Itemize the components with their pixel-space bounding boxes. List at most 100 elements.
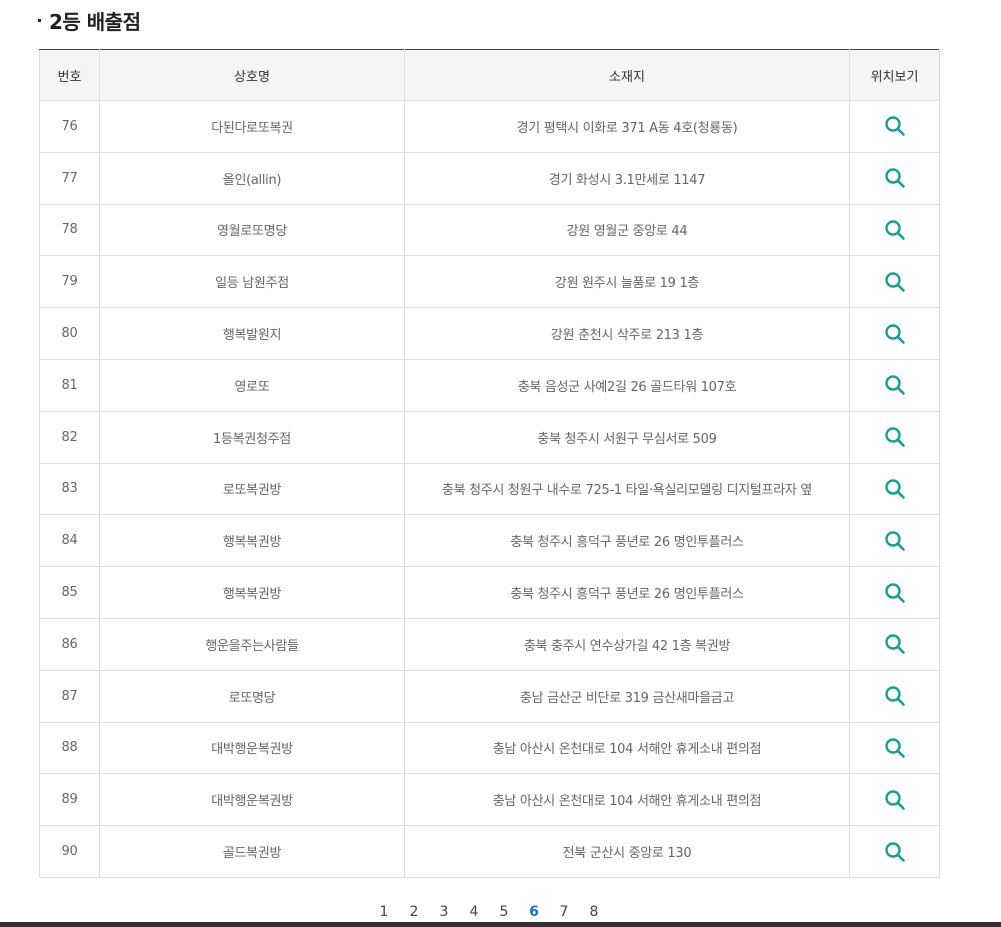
page-link-3[interactable]: 3 bbox=[429, 902, 459, 922]
page-link-4[interactable]: 4 bbox=[459, 902, 489, 922]
search-icon[interactable] bbox=[883, 684, 907, 708]
row-address: 경기 평택시 이화로 371 A동 4호(청룡동) bbox=[404, 100, 850, 153]
row-location-cell bbox=[849, 307, 940, 360]
page-link-5[interactable]: 5 bbox=[489, 902, 519, 922]
search-icon[interactable] bbox=[883, 373, 907, 397]
row-store-name: 1등복권청주점 bbox=[99, 410, 405, 464]
row-address: 충남 아산시 온천대로 104 서해안 휴게소내 편의점 bbox=[404, 773, 850, 827]
search-icon[interactable] bbox=[883, 736, 907, 760]
row-store-name: 행복복권방 bbox=[99, 514, 405, 568]
row-no: 87 bbox=[39, 669, 100, 723]
search-icon[interactable] bbox=[883, 788, 907, 812]
row-address: 충북 청주시 흥덕구 풍년로 26 명인투플러스 bbox=[404, 566, 850, 619]
search-icon[interactable] bbox=[883, 529, 907, 553]
row-location-cell bbox=[849, 410, 940, 464]
row-location-cell bbox=[849, 825, 940, 878]
section-title-text: 2등 배출점 bbox=[49, 10, 141, 34]
row-address: 충북 청주시 서원구 무심서로 509 bbox=[404, 410, 850, 464]
row-address: 충북 충주시 연수상가길 42 1층 복권방 bbox=[404, 617, 850, 671]
page-link-8[interactable]: 8 bbox=[579, 902, 609, 922]
table-row: 76 다된다로또복권 경기 평택시 이화로 371 A동 4호(청룡동) bbox=[39, 100, 940, 153]
search-icon[interactable] bbox=[883, 581, 907, 605]
row-location-cell bbox=[849, 566, 940, 619]
row-location-cell bbox=[849, 669, 940, 723]
table-row: 83 로또복권방 충북 청주시 청원구 내수로 725-1 타일·욕실리모델링 디지… bbox=[39, 462, 940, 516]
table-row: 78 영월로또명당 강원 영월군 중앙로 44 bbox=[39, 203, 940, 257]
row-address: 충남 금산군 비단로 319 금산새마을금고 bbox=[404, 669, 850, 723]
row-location-cell bbox=[849, 617, 940, 671]
row-address: 충북 음성군 사예2길 26 골드타워 107호 bbox=[404, 358, 850, 412]
table-row: 90 골드복권방 전북 군산시 중앙로 130 bbox=[39, 825, 940, 878]
table-row: 80 행복발원지 강원 춘천시 삭주로 213 1층 bbox=[39, 307, 940, 360]
row-no: 78 bbox=[39, 203, 100, 257]
row-no: 85 bbox=[39, 566, 100, 619]
row-location-cell bbox=[849, 255, 940, 309]
search-icon[interactable] bbox=[883, 477, 907, 501]
table-header-row: 번호 상호명 소재지 위치보기 bbox=[39, 49, 940, 101]
row-no: 88 bbox=[39, 721, 100, 775]
row-no: 77 bbox=[39, 151, 100, 205]
header-name: 상호명 bbox=[99, 49, 405, 101]
search-icon[interactable] bbox=[883, 166, 907, 190]
title-bullet bbox=[38, 19, 41, 22]
row-no: 79 bbox=[39, 255, 100, 309]
section-title: 2등 배출점 bbox=[38, 9, 141, 35]
table-body: 76 다된다로또복권 경기 평택시 이화로 371 A동 4호(청룡동) 77 올인(a… bbox=[39, 100, 940, 878]
row-store-name: 다된다로또복권 bbox=[99, 100, 405, 153]
row-no: 80 bbox=[39, 307, 100, 360]
page-link-7[interactable]: 7 bbox=[549, 902, 579, 922]
search-icon[interactable] bbox=[883, 322, 907, 346]
header-location: 위치보기 bbox=[849, 49, 940, 101]
row-address: 강원 원주시 늘품로 19 1층 bbox=[404, 255, 850, 309]
row-no: 84 bbox=[39, 514, 100, 568]
row-no: 86 bbox=[39, 617, 100, 671]
row-no: 90 bbox=[39, 825, 100, 878]
page-link-6[interactable]: 6 bbox=[519, 902, 549, 922]
table-row: 86 행운을주는사람들 충북 충주시 연수상가길 42 1층 복권방 bbox=[39, 617, 940, 671]
row-address: 충북 청주시 흥덕구 풍년로 26 명인투플러스 bbox=[404, 514, 850, 568]
row-no: 83 bbox=[39, 462, 100, 516]
row-location-cell bbox=[849, 773, 940, 827]
row-location-cell bbox=[849, 514, 940, 568]
table-row: 79 일등 남원주점 강원 원주시 늘품로 19 1층 bbox=[39, 255, 940, 309]
row-store-name: 로또명당 bbox=[99, 669, 405, 723]
row-store-name: 영월로또명당 bbox=[99, 203, 405, 257]
page-link-2[interactable]: 2 bbox=[399, 902, 429, 922]
row-store-name: 영로또 bbox=[99, 358, 405, 412]
header-no: 번호 bbox=[39, 49, 100, 101]
page-link-1[interactable]: 1 bbox=[369, 902, 399, 922]
search-icon[interactable] bbox=[883, 218, 907, 242]
table-row: 81 영로또 충북 음성군 사예2길 26 골드타워 107호 bbox=[39, 358, 940, 412]
row-address: 충남 아산시 온천대로 104 서해안 휴게소내 편의점 bbox=[404, 721, 850, 775]
table-row: 89 대박행운복권방 충남 아산시 온천대로 104 서해안 휴게소내 편의점 bbox=[39, 773, 940, 827]
table-row: 85 행복복권방 충북 청주시 흥덕구 풍년로 26 명인투플러스 bbox=[39, 566, 940, 619]
row-location-cell bbox=[849, 100, 940, 153]
header-address: 소재지 bbox=[404, 49, 850, 101]
row-store-name: 행복복권방 bbox=[99, 566, 405, 619]
search-icon[interactable] bbox=[883, 632, 907, 656]
row-location-cell bbox=[849, 358, 940, 412]
table-row: 77 올인(allin) 경기 화성시 3.1만세로 1147 bbox=[39, 151, 940, 205]
row-address: 강원 영월군 중앙로 44 bbox=[404, 203, 850, 257]
search-icon[interactable] bbox=[883, 425, 907, 449]
row-address: 경기 화성시 3.1만세로 1147 bbox=[404, 151, 850, 205]
row-location-cell bbox=[849, 462, 940, 516]
table-row: 84 행복복권방 충북 청주시 흥덕구 풍년로 26 명인투플러스 bbox=[39, 514, 940, 568]
row-store-name: 로또복권방 bbox=[99, 462, 405, 516]
row-store-name: 일등 남원주점 bbox=[99, 255, 405, 309]
search-icon[interactable] bbox=[883, 840, 907, 864]
row-store-name: 올인(allin) bbox=[99, 151, 405, 205]
row-address: 강원 춘천시 삭주로 213 1층 bbox=[404, 307, 850, 360]
search-icon[interactable] bbox=[883, 114, 907, 138]
row-no: 81 bbox=[39, 358, 100, 412]
row-no: 76 bbox=[39, 100, 100, 153]
row-address: 충북 청주시 청원구 내수로 725-1 타일·욕실리모델링 디지털프라자 옆 bbox=[404, 462, 850, 516]
table-row: 87 로또명당 충남 금산군 비단로 319 금산새마을금고 bbox=[39, 669, 940, 723]
row-no: 82 bbox=[39, 410, 100, 464]
search-icon[interactable] bbox=[883, 270, 907, 294]
pagination: 12345678 bbox=[0, 902, 978, 922]
bottom-bar bbox=[0, 922, 1001, 927]
row-location-cell bbox=[849, 203, 940, 257]
row-store-name: 골드복권방 bbox=[99, 825, 405, 878]
row-location-cell bbox=[849, 721, 940, 775]
